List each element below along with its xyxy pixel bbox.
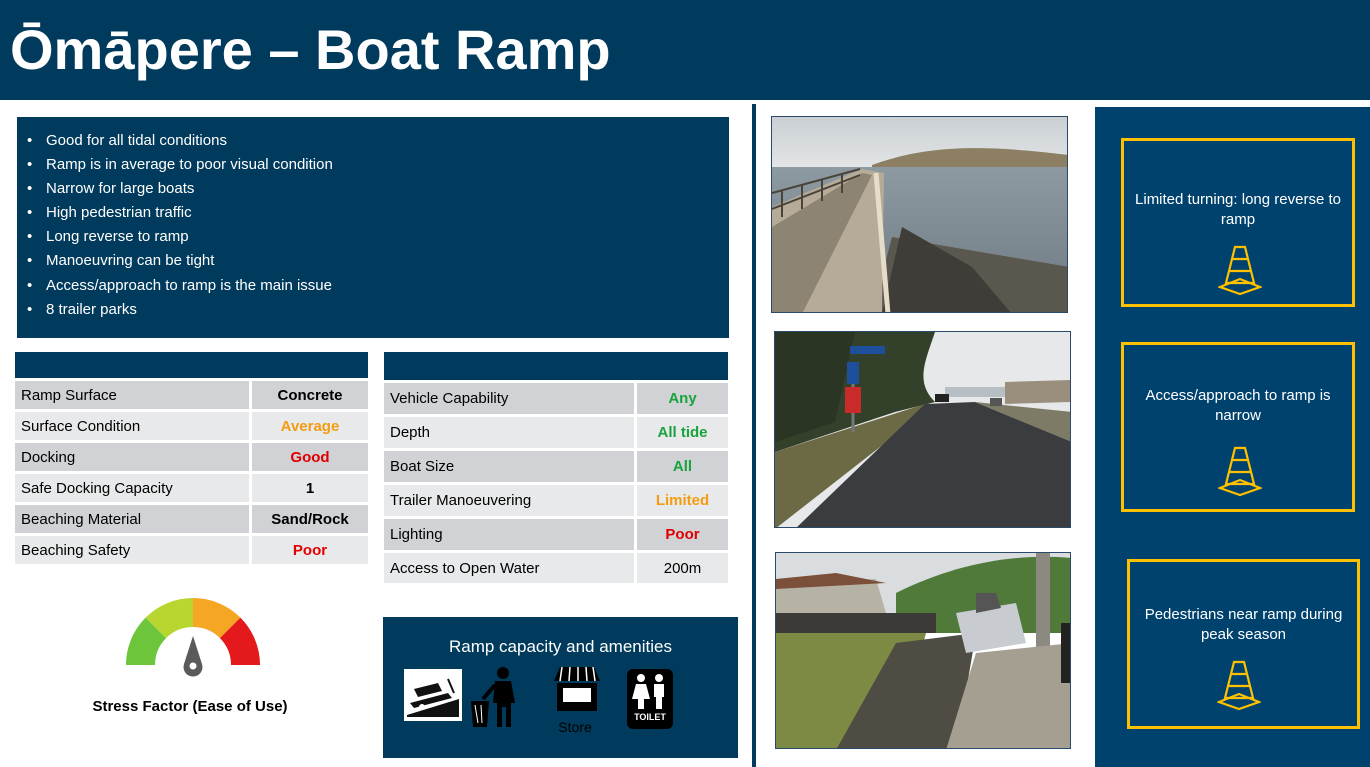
vertical-divider xyxy=(752,104,756,767)
access-properties-table: Vehicle Capability Any Depth All tide Bo… xyxy=(384,352,728,586)
row-value: All xyxy=(634,451,728,485)
store-label: Store xyxy=(558,719,592,735)
note-item: Manoeuvring can be tight xyxy=(27,249,719,273)
row-value: Concrete xyxy=(249,381,368,412)
note-item: Good for all tidal conditions xyxy=(27,129,719,153)
notes-box: Good for all tidal conditions Ramp is in… xyxy=(17,117,729,338)
table-row: Docking Good xyxy=(15,443,368,474)
row-value: Average xyxy=(249,412,368,443)
table-row: Ramp Surface Concrete xyxy=(15,381,368,412)
page-title: Ōmāpere – Boat Ramp xyxy=(10,18,611,81)
row-label: Depth xyxy=(384,417,634,451)
note-item: High pedestrian traffic xyxy=(27,201,719,225)
photo-road xyxy=(774,331,1071,528)
store-icon xyxy=(554,667,600,711)
row-label: Safe Docking Capacity xyxy=(15,474,249,505)
ramp-properties-table: Ramp Surface Concrete Surface Condition … xyxy=(15,352,368,567)
stress-gauge xyxy=(125,598,260,677)
row-value: 200m xyxy=(634,553,728,586)
row-label: Beaching Material xyxy=(15,505,249,536)
photo-jetty xyxy=(771,116,1068,313)
toilet-amenity: TOILET xyxy=(627,669,673,729)
row-label: Docking xyxy=(15,443,249,474)
row-label: Lighting xyxy=(384,519,634,553)
header-bar: Ōmāpere – Boat Ramp xyxy=(0,0,1370,100)
stress-factor-label: Stress Factor (Ease of Use) xyxy=(92,698,288,715)
warning-text: Access/approach to ramp is narrow xyxy=(1145,387,1331,424)
table-row: Vehicle Capability Any xyxy=(384,383,728,417)
traffic-cone-icon xyxy=(1217,660,1261,710)
table-row: Access to Open Water 200m xyxy=(384,553,728,586)
row-label: Trailer Manoeuvering xyxy=(384,485,634,519)
photo-boat-launch xyxy=(775,552,1071,749)
table-row: Boat Size All xyxy=(384,451,728,485)
note-item: Access/approach to ramp is the main issu… xyxy=(27,274,719,298)
table-row: Surface Condition Average xyxy=(15,412,368,443)
boat-ramp-icon xyxy=(404,669,462,721)
row-value: Good xyxy=(249,443,368,474)
table-header xyxy=(15,352,368,381)
notes-list: Good for all tidal conditions Ramp is in… xyxy=(27,129,719,322)
table-row: Beaching Safety Poor xyxy=(15,536,368,567)
table-row: Safe Docking Capacity 1 xyxy=(15,474,368,505)
gauge-needle xyxy=(183,636,203,677)
table-row: Beaching Material Sand/Rock xyxy=(15,505,368,536)
warning-card: Access/approach to ramp is narrow xyxy=(1121,342,1355,512)
table-row: Depth All tide xyxy=(384,417,728,451)
row-label: Ramp Surface xyxy=(15,381,249,412)
table-row: Lighting Poor xyxy=(384,519,728,553)
row-value: All tide xyxy=(634,417,728,451)
row-label: Beaching Safety xyxy=(15,536,249,567)
traffic-cone-icon xyxy=(1218,446,1262,496)
row-label: Surface Condition xyxy=(15,412,249,443)
warning-card: Pedestrians near ramp during peak season xyxy=(1127,559,1360,729)
warning-text: Pedestrians near ramp during peak season xyxy=(1144,606,1343,643)
row-label: Access to Open Water xyxy=(384,553,634,586)
toilet-icon xyxy=(632,674,664,709)
note-item: 8 trailer parks xyxy=(27,298,719,322)
gauge-needle-pivot xyxy=(189,662,197,670)
rubbish-bin-icon xyxy=(471,667,515,727)
note-item: Narrow for large boats xyxy=(27,177,719,201)
row-value: Sand/Rock xyxy=(249,505,368,536)
row-label: Boat Size xyxy=(384,451,634,485)
table-header xyxy=(384,352,728,383)
note-item: Long reverse to ramp xyxy=(27,225,719,249)
row-value: Limited xyxy=(634,485,728,519)
toilet-label: TOILET xyxy=(634,712,666,722)
row-value: Poor xyxy=(634,519,728,553)
row-value: Any xyxy=(634,383,728,417)
warning-text: Limited turning: long reverse to ramp xyxy=(1135,191,1341,228)
amenities-title: Ramp capacity and amenities xyxy=(448,637,672,656)
row-value: 1 xyxy=(249,474,368,505)
note-item: Ramp is in average to poor visual condit… xyxy=(27,153,719,177)
amenities-box: Ramp capacity and amenities Store TOILET xyxy=(383,617,738,758)
warning-card: Limited turning: long reverse to ramp xyxy=(1121,138,1355,307)
row-label: Vehicle Capability xyxy=(384,383,634,417)
table-row: Trailer Manoeuvering Limited xyxy=(384,485,728,519)
store-amenity: Store xyxy=(551,667,603,735)
traffic-cone-icon xyxy=(1218,245,1262,295)
row-value: Poor xyxy=(249,536,368,567)
